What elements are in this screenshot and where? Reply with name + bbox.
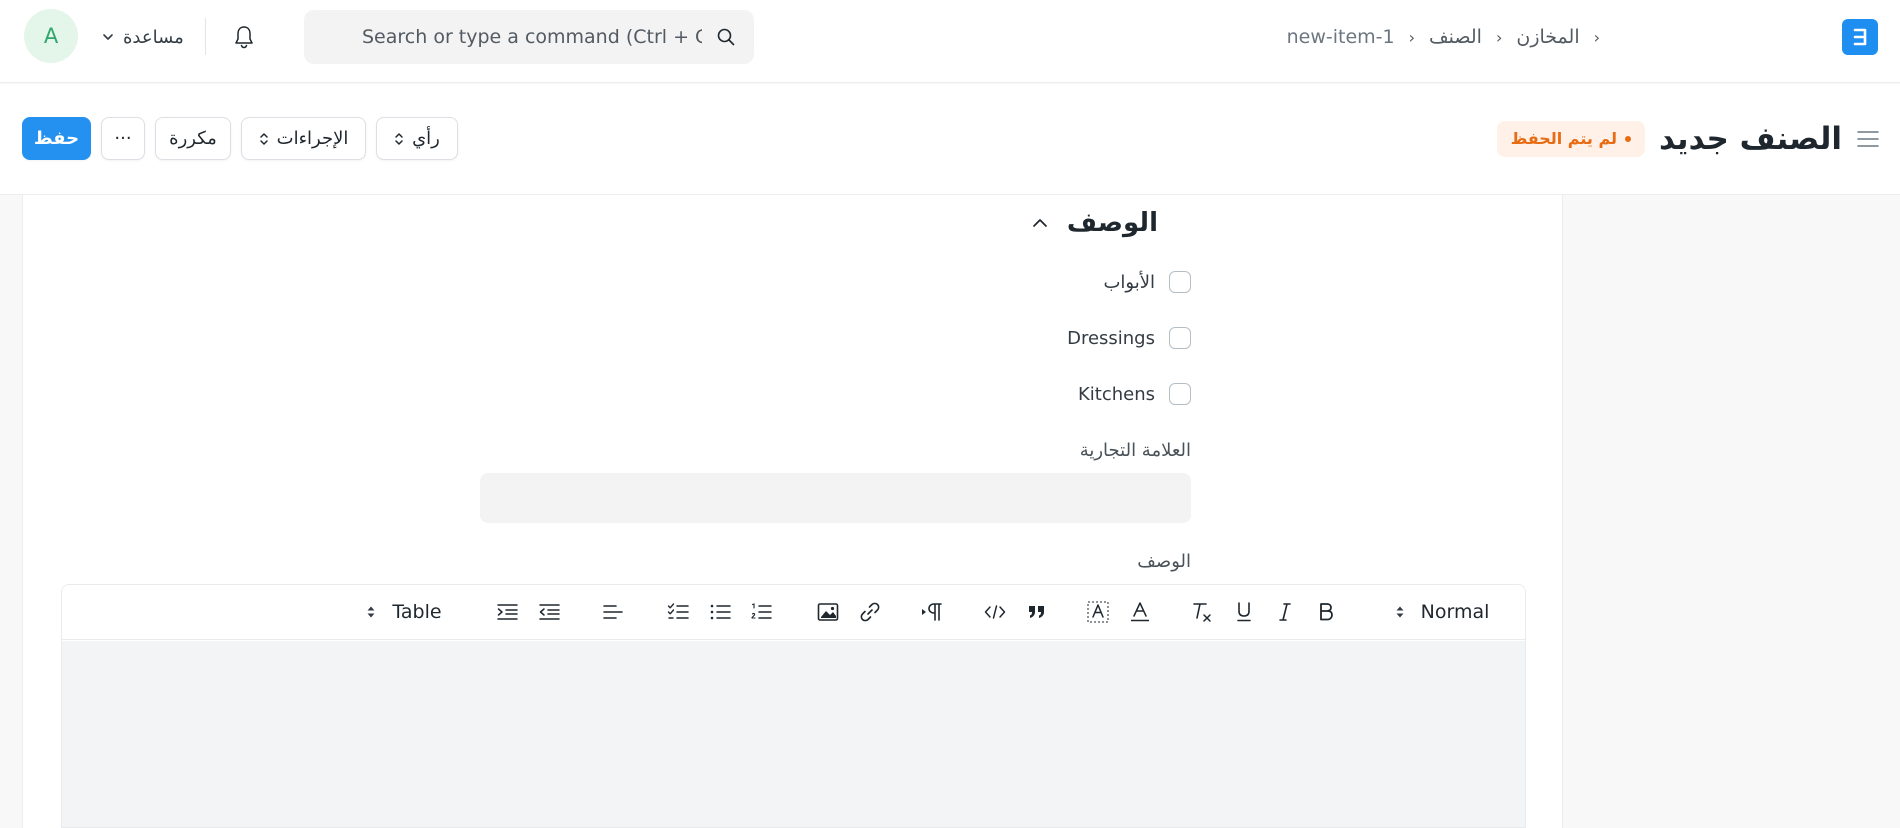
sort-icon [1395,604,1405,620]
indent-icon[interactable] [494,599,520,625]
status-badge: لم يتم الحفظ [1496,120,1646,157]
checkbox-row-kitchens: Kitchens [1078,382,1191,406]
checkbox-row-doors: الأبواب [1103,270,1191,294]
description-editor: Normal Table [61,584,1526,828]
save-button[interactable]: حفظ [22,117,91,160]
checkbox-label: Kitchens [1077,383,1155,405]
more-options-button[interactable]: ··· [101,117,145,160]
kitchens-checkbox[interactable] [1169,383,1191,405]
description-label: الوصف [1137,551,1191,572]
clear-format-icon[interactable] [1189,599,1215,625]
view-label: رأي [412,128,440,149]
breadcrumb-separator-icon: › [1495,27,1503,47]
chevron-up-icon[interactable] [1031,214,1049,232]
sort-icon [394,131,404,147]
search-input[interactable] [362,26,702,48]
table-sort-icon [366,604,376,620]
outdent-icon[interactable] [536,599,562,625]
title-area: لم يتم الحفظ الصنف جديد [1496,117,1880,160]
dressings-checkbox[interactable] [1169,327,1191,349]
page-title: الصنف جديد [1659,120,1842,157]
editor-content-area[interactable] [62,641,1525,827]
check-list-icon[interactable] [665,599,691,625]
sidebar-toggle-icon[interactable] [1856,127,1880,151]
view-dropdown-button[interactable]: رأي [376,117,458,160]
text-color-icon[interactable] [1127,599,1153,625]
section-header[interactable]: الوصف [1031,208,1158,238]
brand-field[interactable] [480,473,1191,523]
help-label: مساعدة [123,26,184,48]
align-icon[interactable] [600,599,626,625]
blockquote-icon[interactable] [1024,599,1050,625]
page-head: حفظ ··· مكررة الإجراءات رأي لم يتم الحفظ… [0,84,1900,195]
bullet-list-icon[interactable] [707,599,733,625]
status-text: لم يتم الحفظ [1510,129,1618,148]
breadcrumb: new-item-1 › الصنف › المخازن › [1287,22,1600,52]
code-icon[interactable] [982,599,1008,625]
checkbox-label: الأبواب [1103,271,1155,293]
brand-label: العلامة التجارية [1079,440,1191,461]
breadcrumb-item-stock[interactable]: المخازن [1516,26,1579,48]
breadcrumb-separator-icon: › [1408,27,1415,47]
search-bar[interactable] [304,10,754,64]
sort-icon [259,131,269,147]
app-logo-icon[interactable] [1842,19,1878,55]
link-icon[interactable] [857,599,883,625]
duplicate-button[interactable]: مكررة [155,117,231,160]
actions-dropdown-button[interactable]: الإجراءات [241,117,366,160]
table-dropdown[interactable]: Table [353,599,455,625]
search-icon [716,27,736,47]
notifications-bell-icon[interactable] [230,22,258,52]
form-card: الوصف الأبواب Dressings Kitchens العلامة… [22,195,1563,828]
editor-toolbar: Normal Table [62,585,1525,640]
ordered-list-icon[interactable] [748,599,774,625]
navbar: A مساعدة new-item-1 › الصنف › المخازن › [0,0,1900,83]
italic-icon[interactable] [1272,599,1298,625]
actions-label: الإجراءات [276,128,349,149]
breadcrumb-item-item[interactable]: الصنف [1429,26,1482,48]
checkbox-label: Dressings [1067,327,1155,349]
chevron-down-icon [101,30,115,44]
navbar-divider [205,18,206,55]
header-style-dropdown[interactable]: Normal [1374,599,1510,625]
help-dropdown[interactable]: مساعدة [101,22,184,52]
header-style-label: Normal [1420,601,1490,623]
avatar[interactable]: A [24,9,78,63]
background-color-icon[interactable] [1085,599,1111,625]
status-dot-icon [1625,135,1632,142]
checkbox-row-dressings: Dressings [1067,326,1191,350]
underline-icon[interactable] [1231,599,1257,625]
doors-checkbox[interactable] [1169,271,1191,293]
breadcrumb-separator-icon: › [1593,27,1600,47]
section-title: الوصف [1066,208,1158,238]
image-icon[interactable] [815,599,841,625]
breadcrumb-current[interactable]: new-item-1 [1287,26,1395,48]
paragraph-direction-icon[interactable] [919,599,947,625]
table-label: Table [392,601,442,623]
bold-icon[interactable] [1313,599,1339,625]
